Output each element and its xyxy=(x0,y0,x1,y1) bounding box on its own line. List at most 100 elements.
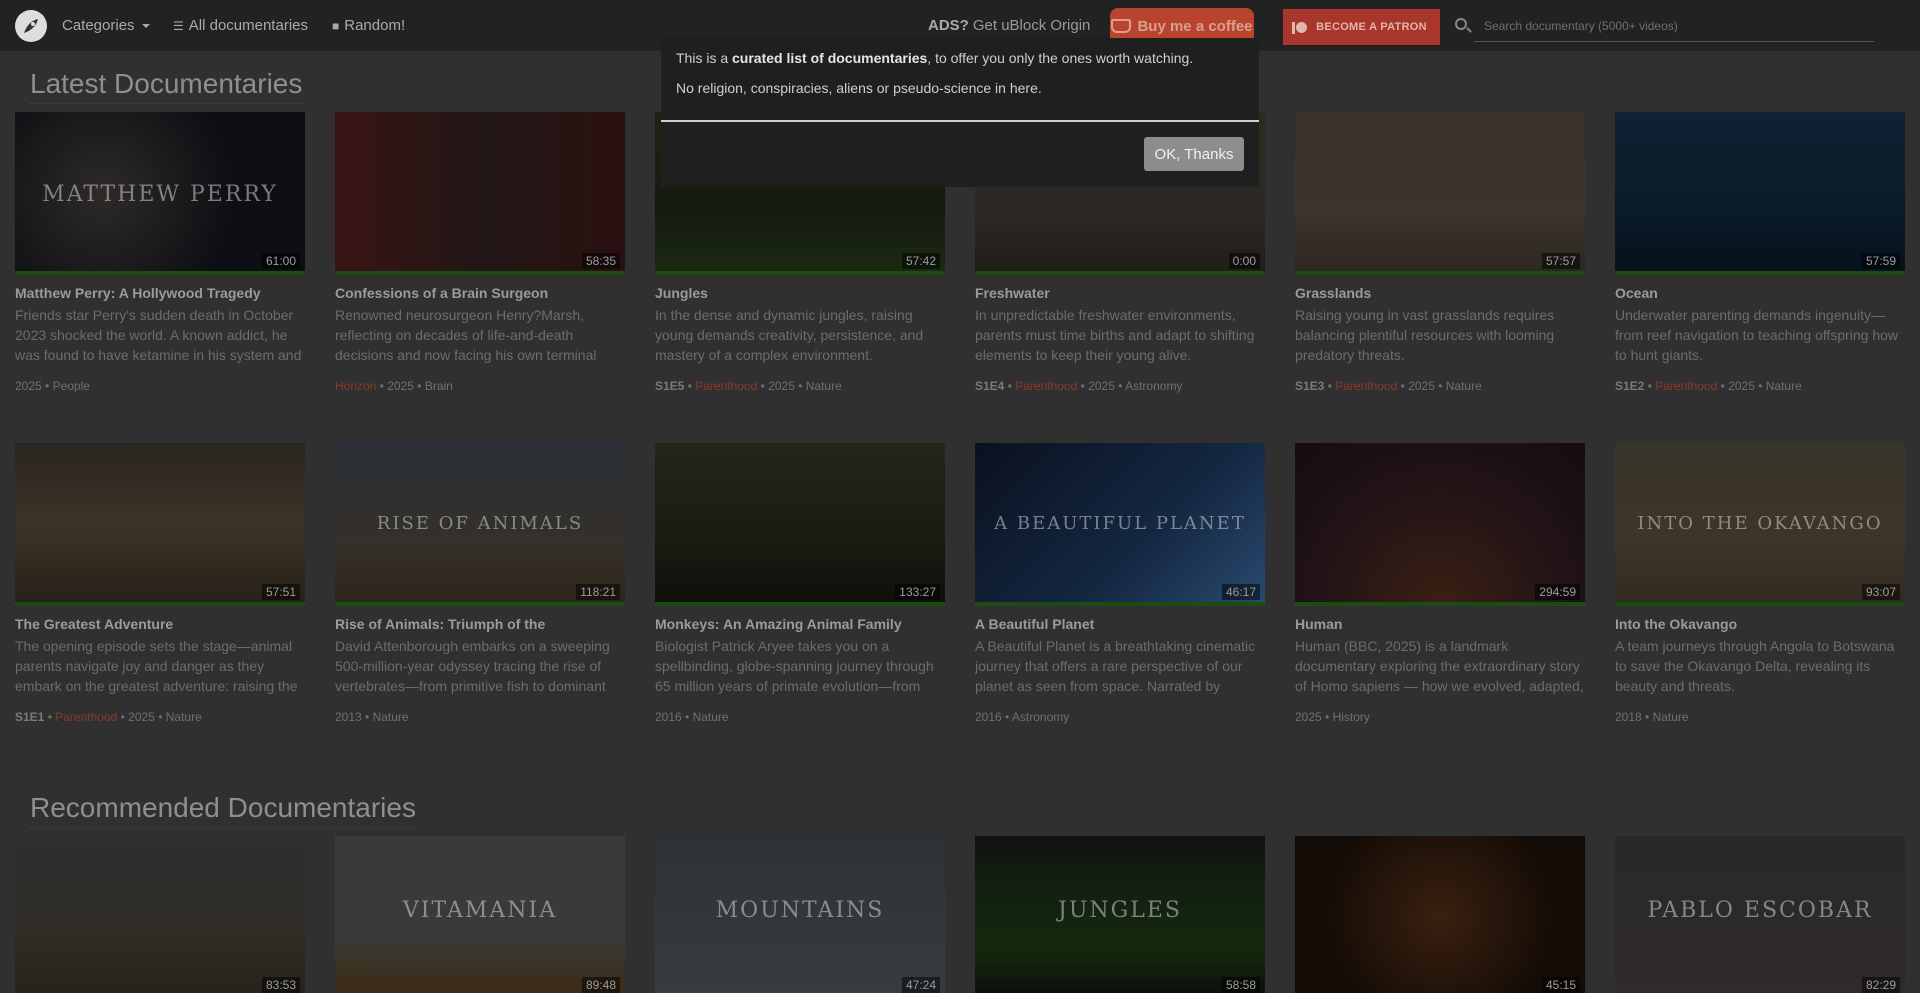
documentary-card[interactable]: RISE OF ANIMALS 118:21 Rise of Animals: Tr… xyxy=(335,443,625,724)
patreon-icon xyxy=(1292,21,1308,34)
documentary-card[interactable]: 133:27 Monkeys: An Amazing Animal Family B… xyxy=(655,443,945,724)
documentary-description: A team journeys through Angola to Botswa… xyxy=(1615,638,1895,694)
progress-bar xyxy=(1295,602,1585,606)
documentary-card[interactable]: VITAMANIA 89:48 xyxy=(335,836,625,993)
ok-thanks-button[interactable]: OK, Thanks xyxy=(1144,137,1244,171)
become-patron-label: BECOME A PATRON xyxy=(1316,21,1427,33)
categories-dropdown[interactable]: Categories xyxy=(62,0,150,51)
documentary-card[interactable]: 57:57 Grasslands Raising young in vast gra… xyxy=(1295,112,1585,393)
series-link[interactable]: Parenthood xyxy=(695,379,757,393)
category-link[interactable]: Nature xyxy=(166,710,202,724)
documentary-thumbnail[interactable]: RISE OF ANIMALS 118:21 xyxy=(335,443,625,606)
documentary-title[interactable]: Monkeys: An Amazing Animal Family xyxy=(655,616,945,632)
documentary-card[interactable]: 57:59 Ocean Underwater parenting demands i… xyxy=(1615,112,1905,393)
documentary-thumbnail[interactable]: 45:15 xyxy=(1295,836,1585,993)
documentary-title[interactable]: Confessions of a Brain Surgeon xyxy=(335,285,625,301)
documentary-card[interactable]: A BEAUTIFUL PLANET 46:17 A Beautiful Plane… xyxy=(975,443,1265,724)
duration-badge: 61:00 xyxy=(261,253,300,269)
documentary-meta: Horizon • 2025 • Brain xyxy=(335,379,453,393)
documentary-thumbnail[interactable]: 58:35 xyxy=(335,112,625,275)
ads-link[interactable]: Get uBlock Origin xyxy=(973,17,1091,34)
documentary-card[interactable]: 83:53 xyxy=(15,836,305,993)
duration-badge: 118:21 xyxy=(576,584,620,600)
documentary-description: Biologist Patrick Aryee takes you on a s… xyxy=(655,638,934,694)
documentary-meta: S1E3 • Parenthood • 2025 • Nature xyxy=(1295,379,1482,393)
category-link[interactable]: People xyxy=(53,379,90,393)
year: 2016 xyxy=(655,710,682,724)
documentary-thumbnail[interactable]: 294:59 xyxy=(1295,443,1585,606)
category-link[interactable]: Astronomy xyxy=(1125,379,1182,393)
documentary-description: In unpredictable freshwater environments… xyxy=(975,307,1255,363)
documentary-thumbnail[interactable]: JUNGLES 58:58 xyxy=(975,836,1265,993)
documentary-description: In the dense and dynamic jungles, raisin… xyxy=(655,307,924,363)
category-link[interactable]: Nature xyxy=(1766,379,1802,393)
documentary-thumbnail[interactable]: INTO THE OKAVANGO 93:07 xyxy=(1615,443,1905,606)
documentary-title[interactable]: Ocean xyxy=(1615,285,1905,301)
documentary-description: Friends star Perry's sudden death in Oct… xyxy=(15,307,302,363)
category-link[interactable]: Nature xyxy=(806,379,842,393)
progress-bar xyxy=(15,602,305,606)
documentary-thumbnail[interactable]: PABLO ESCOBAR 82:29 xyxy=(1615,836,1905,993)
category-link[interactable]: Nature xyxy=(1653,710,1689,724)
documentary-title[interactable]: Rise of Animals: Triumph of the xyxy=(335,616,625,632)
series-link[interactable]: Parenthood xyxy=(1655,379,1717,393)
documentary-card[interactable]: 57:51 The Greatest Adventure The opening e… xyxy=(15,443,305,724)
documentary-meta: S1E1 • Parenthood • 2025 • Nature xyxy=(15,710,202,724)
documentary-thumbnail[interactable]: VITAMANIA 89:48 xyxy=(335,836,625,993)
documentary-thumbnail[interactable]: 57:59 xyxy=(1615,112,1905,275)
documentary-card[interactable]: INTO THE OKAVANGO 93:07 Into the Okavango A… xyxy=(1615,443,1905,724)
thumbnail-title-text: JUNGLES xyxy=(1058,898,1182,923)
thumbnail-title-text: INTO THE OKAVANGO xyxy=(1637,513,1883,534)
year: 2013 xyxy=(335,710,362,724)
documentary-thumbnail[interactable]: 83:53 xyxy=(15,836,305,993)
dialog-body: This is a curated list of documentaries,… xyxy=(661,38,1259,118)
documentary-card[interactable]: JUNGLES 58:58 xyxy=(975,836,1265,993)
duration-badge: 93:07 xyxy=(1861,584,1900,600)
documentary-card[interactable]: 58:35 Confessions of a Brain Surgeon Renow… xyxy=(335,112,625,393)
documentary-thumbnail[interactable]: A BEAUTIFUL PLANET 46:17 xyxy=(975,443,1265,606)
series-link[interactable]: Parenthood xyxy=(55,710,117,724)
year: 2018 xyxy=(1615,710,1642,724)
random-link[interactable]: ■ Random! xyxy=(332,0,405,51)
category-link[interactable]: Nature xyxy=(1446,379,1482,393)
documentary-title[interactable]: Jungles xyxy=(655,285,945,301)
search-input[interactable] xyxy=(1474,11,1874,42)
site-logo[interactable] xyxy=(15,10,47,42)
duration-badge: 0:00 xyxy=(1228,253,1260,269)
category-link[interactable]: Nature xyxy=(373,710,409,724)
documentary-card[interactable]: PABLO ESCOBAR 82:29 xyxy=(1615,836,1905,993)
documentary-title[interactable]: Freshwater xyxy=(975,285,1265,301)
documentary-card[interactable]: 294:59 Human Human (BBC, 2025) is a landma… xyxy=(1295,443,1585,724)
buy-coffee-label: Buy me a coffee xyxy=(1137,17,1253,35)
year: 2025 xyxy=(1295,710,1322,724)
duration-badge: 133:27 xyxy=(895,584,940,600)
series-link[interactable]: Horizon xyxy=(335,379,376,393)
category-link[interactable]: Brain xyxy=(425,379,453,393)
documentary-title[interactable]: Into the Okavango xyxy=(1615,616,1905,632)
category-link[interactable]: Astronomy xyxy=(1012,710,1069,724)
series-link[interactable]: Parenthood xyxy=(1335,379,1397,393)
documentary-card[interactable]: 45:15 xyxy=(1295,836,1585,993)
series-link[interactable]: Parenthood xyxy=(1015,379,1077,393)
documentary-thumbnail[interactable]: 57:51 xyxy=(15,443,305,606)
become-patron-button[interactable]: BECOME A PATRON xyxy=(1283,9,1440,45)
documentary-meta: S1E4 • Parenthood • 2025 • Astronomy xyxy=(975,379,1183,393)
documentary-title[interactable]: Human xyxy=(1295,616,1585,632)
duration-badge: 45:15 xyxy=(1541,977,1580,993)
documentary-title[interactable]: Matthew Perry: A Hollywood Tragedy xyxy=(15,285,305,301)
category-link[interactable]: Nature xyxy=(693,710,729,724)
documentary-card[interactable]: MATTHEW PERRY 61:00 Matthew Perry: A Holly… xyxy=(15,112,305,393)
category-link[interactable]: History xyxy=(1333,710,1370,724)
documentary-title[interactable]: A Beautiful Planet xyxy=(975,616,1265,632)
documentary-title[interactable]: The Greatest Adventure xyxy=(15,616,305,632)
documentary-card[interactable]: MOUNTAINS 47:24 xyxy=(655,836,945,993)
documentary-thumbnail[interactable]: 133:27 xyxy=(655,443,945,606)
documentary-title[interactable]: Grasslands xyxy=(1295,285,1585,301)
documentary-thumbnail[interactable]: MOUNTAINS 47:24 xyxy=(655,836,945,993)
documentary-thumbnail[interactable]: MATTHEW PERRY 61:00 xyxy=(15,112,305,275)
documentary-meta: 2016 • Astronomy xyxy=(975,710,1070,724)
documentary-thumbnail[interactable]: 57:57 xyxy=(1295,112,1585,275)
all-documentaries-link[interactable]: ☰ All documentaries xyxy=(173,0,308,51)
year: 2025 xyxy=(15,379,42,393)
duration-badge: 57:51 xyxy=(261,584,300,600)
